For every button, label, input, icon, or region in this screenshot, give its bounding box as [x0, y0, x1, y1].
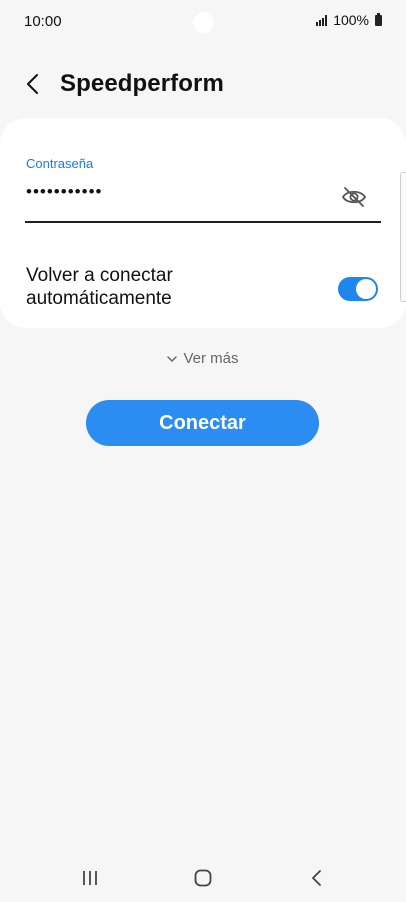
ver-mas-link[interactable]: Ver más [0, 350, 406, 367]
scroll-indicator[interactable] [400, 172, 406, 302]
camera-cutout [193, 12, 214, 33]
status-bar: 10:00 100% [0, 0, 406, 44]
ver-mas-label: Ver más [183, 350, 239, 367]
page-title: Speedperform [60, 70, 224, 97]
nav-back-icon[interactable] [310, 869, 324, 887]
eye-off-icon[interactable] [340, 186, 368, 208]
nav-recents-icon[interactable] [81, 870, 99, 886]
signal-icon [316, 14, 328, 26]
auto-reconnect-label: Volver a conectar automáticamente [26, 265, 173, 309]
network-settings-card: Contraseña ••••••••••• Volver a conectar… [0, 118, 406, 328]
back-arrow-icon[interactable] [22, 72, 46, 96]
battery-icon [375, 12, 382, 26]
status-time: 10:00 [24, 13, 62, 30]
password-underline [25, 221, 381, 223]
chevron-down-icon [167, 355, 178, 362]
app-header: Speedperform [0, 60, 406, 112]
battery-percent: 100% [333, 12, 369, 28]
nav-home-icon[interactable] [194, 869, 212, 887]
toggle-knob [356, 279, 376, 299]
auto-reconnect-toggle[interactable] [338, 277, 378, 301]
password-label: Contraseña [26, 156, 94, 171]
password-input[interactable]: ••••••••••• [26, 182, 102, 202]
connect-button[interactable]: Conectar [86, 400, 319, 446]
navigation-bar [0, 852, 406, 902]
status-indicators: 100% [316, 12, 382, 28]
